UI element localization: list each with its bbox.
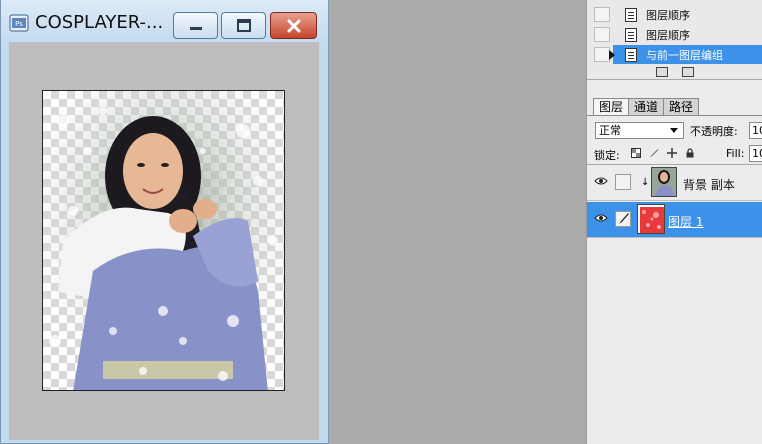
history-state-icon — [625, 7, 637, 22]
history-panel: 图层顺序 图层顺序 与前一图层编组 — [587, 0, 762, 80]
history-footer — [587, 64, 762, 80]
document-title: COSPLAYER-... — [35, 12, 164, 33]
document-canvas-area[interactable] — [9, 42, 319, 440]
minimize-button[interactable] — [173, 12, 218, 39]
history-snapshot-checkbox[interactable] — [594, 27, 610, 42]
lock-all-icon[interactable] — [685, 148, 695, 158]
cosplayer-photo — [43, 91, 284, 390]
history-state-icon — [625, 27, 637, 42]
document-image[interactable] — [42, 90, 285, 391]
layer-name[interactable]: 背景 副本 — [683, 176, 735, 193]
history-item-main[interactable]: 图层顺序 — [613, 5, 762, 24]
layer-thumbnail[interactable] — [637, 204, 665, 234]
photoshop-app-icon: Ps — [9, 14, 29, 32]
svg-text:Ps: Ps — [15, 20, 23, 28]
document-window: Ps COSPLAYER-... — [0, 0, 329, 444]
minimize-icon — [189, 26, 202, 30]
blend-mode-select[interactable]: 正常 — [595, 122, 684, 139]
close-button[interactable] — [270, 12, 317, 39]
panels-dock: 图层顺序 图层顺序 与前一图层编组 图层 通道 路径 正常 不透明度: 1 锁定… — [586, 0, 762, 444]
new-snapshot-icon[interactable] — [682, 67, 694, 77]
history-item[interactable]: 图层顺序 — [587, 5, 762, 24]
lock-label: 锁定: — [594, 149, 620, 162]
layer-row[interactable]: ↓ 背景 副本 — [587, 165, 762, 201]
new-document-from-state-icon[interactable] — [656, 67, 668, 77]
history-item-main[interactable]: 与前一图层编组 — [613, 45, 762, 64]
layer-thumbnail[interactable] — [651, 167, 677, 197]
fill-label: Fill: — [726, 147, 745, 160]
maximize-button[interactable] — [221, 12, 266, 39]
lock-row: 锁定: Fill: 10 — [587, 144, 762, 164]
opacity-label: 不透明度: — [690, 125, 738, 138]
layer-row-selected[interactable]: 图层 1 — [587, 202, 762, 238]
document-titlebar[interactable]: Ps COSPLAYER-... — [1, 0, 328, 42]
clipping-arrow-icon: ↓ — [641, 177, 650, 188]
history-item-label: 图层顺序 — [646, 8, 690, 22]
red-texture-thumbnail — [638, 205, 664, 233]
photo-thumbnail — [652, 168, 676, 196]
tab-divider — [587, 115, 762, 116]
tab-channels[interactable]: 通道 — [628, 98, 665, 116]
lock-transparency-icon[interactable] — [631, 148, 641, 158]
tab-paths[interactable]: 路径 — [663, 98, 700, 116]
blend-mode-value: 正常 — [599, 124, 621, 137]
history-item-active[interactable]: 与前一图层编组 — [587, 45, 762, 64]
chevron-down-icon — [670, 128, 678, 133]
tab-layers[interactable]: 图层 — [593, 98, 630, 116]
layer-brush-slot[interactable] — [615, 211, 631, 227]
layers-panel-tabs: 图层 通道 路径 — [593, 98, 700, 116]
history-slider-marker-icon[interactable] — [609, 50, 615, 60]
history-item-label: 图层顺序 — [646, 28, 690, 42]
lock-move-icon[interactable] — [667, 148, 677, 158]
history-snapshot-checkbox[interactable] — [594, 7, 610, 22]
layer-link-slot[interactable] — [615, 174, 631, 190]
layers-panel: 图层 通道 路径 正常 不透明度: 10 锁定: — [587, 84, 762, 444]
opacity-input[interactable]: 10 — [749, 122, 762, 139]
close-icon — [287, 19, 300, 32]
eye-icon[interactable] — [594, 176, 608, 186]
layer-name[interactable]: 图层 1 — [668, 213, 703, 230]
lock-paint-brush-icon[interactable] — [649, 148, 659, 158]
history-item[interactable]: 图层顺序 — [587, 25, 762, 44]
maximize-icon — [236, 18, 251, 32]
history-item-label: 与前一图层编组 — [646, 48, 723, 62]
history-snapshot-checkbox[interactable] — [594, 47, 610, 62]
eye-icon[interactable] — [594, 213, 608, 223]
fill-input[interactable]: 10 — [749, 145, 762, 162]
history-state-icon — [625, 47, 637, 62]
paintbrush-icon — [619, 213, 629, 224]
history-item-main[interactable]: 图层顺序 — [613, 25, 762, 44]
